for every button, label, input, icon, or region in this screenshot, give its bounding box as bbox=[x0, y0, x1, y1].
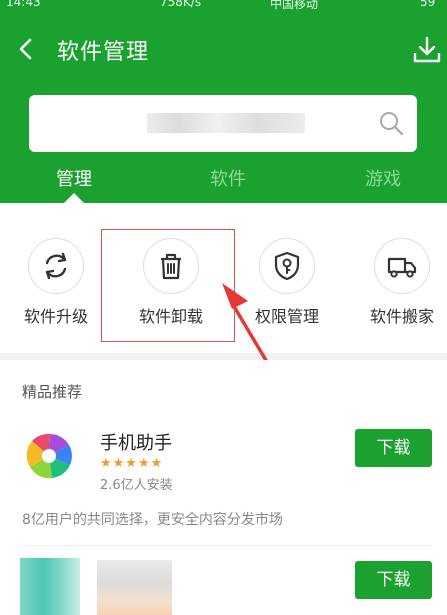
tool-icon-circle bbox=[28, 238, 84, 294]
app-rating-stars: ★★★★★ bbox=[100, 456, 164, 471]
tool-label: 软件搬家 bbox=[369, 307, 434, 326]
app-name[interactable]: 手机助手 bbox=[100, 429, 172, 455]
app-install-count: 2.6亿人安装 bbox=[100, 478, 173, 493]
tab-manage[interactable]: 管理 bbox=[56, 165, 92, 191]
chevron-left-icon bbox=[19, 38, 32, 60]
app-header: 14:43 758K/s 中国移动 59 软件管理 管理 软件 游戏 bbox=[0, 0, 447, 203]
tab-games[interactable]: 游戏 bbox=[365, 165, 401, 191]
recommend-section: 精品推荐 手机助手 ★★★★★ 2.6亿人安装 下载 8亿用户的共同选择，更安全… bbox=[0, 360, 447, 615]
status-battery: 59 bbox=[420, 0, 436, 9]
download-tray-icon bbox=[413, 36, 441, 63]
search-icon[interactable] bbox=[377, 109, 405, 137]
download-button[interactable]: 下载 bbox=[355, 429, 432, 467]
tab-indicator bbox=[64, 193, 84, 203]
back-button[interactable] bbox=[15, 36, 39, 62]
status-network-speed: 758K/s bbox=[160, 0, 202, 9]
tool-move[interactable]: 软件搬家 bbox=[357, 227, 447, 327]
download-manager-button[interactable] bbox=[412, 36, 442, 64]
app-logo-blurred[interactable] bbox=[20, 558, 80, 615]
page-title: 软件管理 bbox=[57, 40, 150, 65]
app-description: 8亿用户的共同选择，更安全内容分发市场 bbox=[22, 512, 283, 528]
divider bbox=[22, 545, 432, 546]
app-logo-icon[interactable] bbox=[22, 429, 76, 483]
section-title: 精品推荐 bbox=[22, 383, 83, 401]
status-time: 14:43 bbox=[6, 0, 41, 9]
search-placeholder-blurred bbox=[147, 113, 305, 133]
tab-software[interactable]: 软件 bbox=[210, 165, 246, 191]
app-info-blurred bbox=[97, 560, 172, 615]
status-bar: 14:43 758K/s 中国移动 59 bbox=[0, 0, 447, 16]
moving-truck-icon bbox=[387, 257, 417, 278]
tool-label: 软件升级 bbox=[23, 307, 88, 326]
tool-icon-circle bbox=[374, 238, 430, 294]
download-button[interactable]: 下载 bbox=[355, 561, 432, 599]
status-carrier: 中国移动 bbox=[270, 0, 319, 11]
refresh-icon bbox=[45, 252, 67, 280]
search-bar[interactable] bbox=[29, 95, 417, 152]
tool-upgrade[interactable]: 软件升级 bbox=[11, 227, 101, 327]
